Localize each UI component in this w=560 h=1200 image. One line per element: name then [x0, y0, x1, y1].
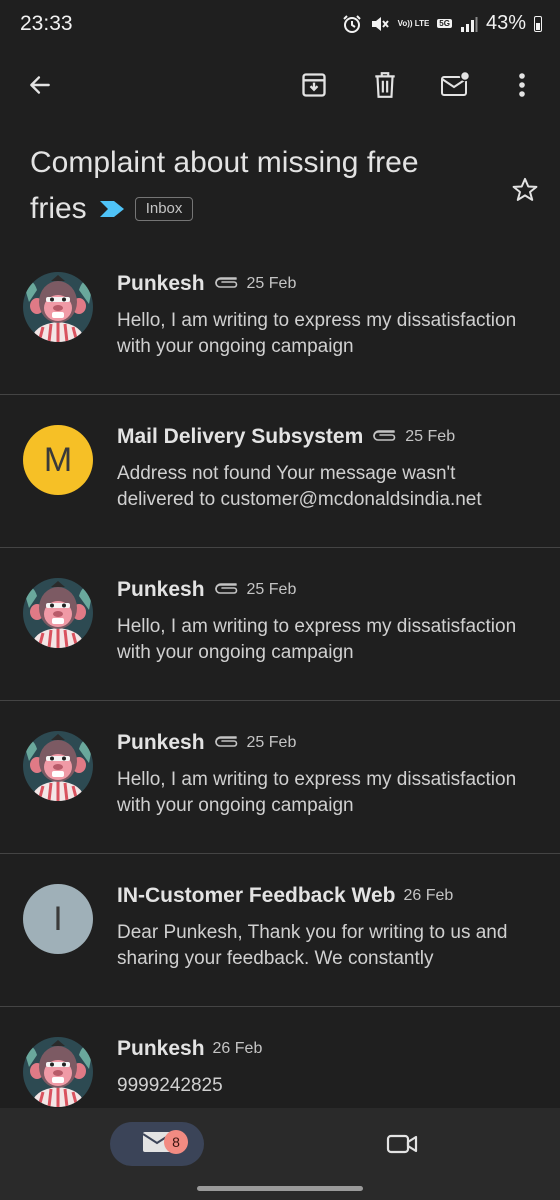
message-date: 26 Feb: [403, 887, 454, 904]
back-arrow-icon[interactable]: [17, 62, 63, 108]
attachment-icon: [213, 734, 239, 753]
subject-line-2-row: fries Inbox: [30, 186, 490, 232]
monkey-avatar[interactable]: [23, 1037, 93, 1107]
monkey-avatar[interactable]: [23, 578, 93, 648]
attachment-icon: [213, 581, 239, 600]
gesture-handle[interactable]: [197, 1186, 363, 1191]
delete-icon[interactable]: [362, 62, 408, 108]
letter-avatar[interactable]: I: [23, 884, 93, 954]
status-bar: 23:33 Vo)) LTE 5G 43%: [0, 0, 560, 50]
network-label: 5G: [439, 19, 450, 28]
message-snippet: Dear Punkesh, Thank you for writing to u…: [117, 922, 508, 969]
attachment-icon: [213, 275, 239, 294]
message-header: Punkesh 26 Feb: [117, 1037, 262, 1061]
message-header: Punkesh 25 Feb: [117, 731, 296, 755]
unread-count-badge: 8: [164, 1130, 188, 1154]
star-icon[interactable]: [505, 170, 545, 210]
letter-avatar[interactable]: M: [23, 425, 93, 495]
signal-icon: [460, 16, 478, 32]
message-header: Punkesh 25 Feb: [117, 272, 296, 296]
message-header: IN-Customer Feedback Web 26 Feb: [117, 884, 453, 908]
sender-name: Mail Delivery Subsystem: [117, 425, 364, 448]
sender-name: IN-Customer Feedback Web: [117, 884, 396, 907]
mute-icon: [370, 14, 390, 34]
message-snippet: Address not found Your message wasn't de…: [117, 463, 482, 510]
message-thread: Punkesh 25 Feb Hello, I am writing to ex…: [0, 242, 560, 1160]
alarm-icon: [342, 14, 362, 34]
monkey-avatar[interactable]: [23, 731, 93, 801]
5g-icon: 5G: [437, 19, 452, 28]
message-header: Punkesh 25 Feb: [117, 578, 296, 602]
toolbar: [0, 50, 560, 122]
status-time: 23:33: [20, 12, 73, 35]
message-item[interactable]: Punkesh 25 Feb Hello, I am writing to ex…: [0, 701, 560, 854]
message-snippet: Hello, I am writing to express my dissat…: [117, 769, 517, 816]
more-vert-icon[interactable]: [499, 62, 545, 108]
avatar-letter: M: [43, 440, 73, 479]
sender-name: Punkesh: [117, 1037, 205, 1060]
message-snippet: 9999242825: [117, 1075, 223, 1096]
subject-line-1: Complaint about missing free: [30, 146, 419, 179]
mark-unread-icon[interactable]: [432, 62, 478, 108]
battery-icon: [534, 15, 542, 32]
attachment-icon: [371, 428, 397, 447]
message-item[interactable]: Punkesh 25 Feb Hello, I am writing to ex…: [0, 242, 560, 395]
message-snippet: Hello, I am writing to express my dissat…: [117, 310, 517, 357]
message-date: 26 Feb: [212, 1040, 263, 1057]
subject-line-2: fries: [30, 192, 87, 225]
avatar-letter: I: [53, 899, 63, 938]
sender-name: Punkesh: [117, 578, 205, 601]
sender-name: Punkesh: [117, 731, 205, 754]
message-date: 25 Feb: [246, 734, 297, 751]
message-item[interactable]: Punkesh 25 Feb Hello, I am writing to ex…: [0, 548, 560, 701]
message-item[interactable]: M Mail Delivery Subsystem 25 Feb Address…: [0, 395, 560, 548]
sender-name: Punkesh: [117, 272, 205, 295]
inbox-label-chip[interactable]: Inbox: [134, 197, 194, 221]
message-header: Mail Delivery Subsystem 25 Feb: [117, 425, 455, 449]
volte-icon: Vo)) LTE: [397, 19, 430, 28]
monkey-avatar[interactable]: [23, 272, 93, 342]
message-item[interactable]: I IN-Customer Feedback Web 26 Feb Dear P…: [0, 854, 560, 1007]
email-subject: Complaint about missing free fries Inbox: [30, 140, 490, 232]
video-call-icon[interactable]: [378, 1122, 426, 1166]
message-date: 25 Feb: [405, 428, 456, 445]
message-date: 25 Feb: [246, 275, 297, 292]
archive-icon[interactable]: [291, 62, 337, 108]
message-date: 25 Feb: [246, 581, 297, 598]
message-snippet: Hello, I am writing to express my dissat…: [117, 616, 517, 663]
mail-tab[interactable]: 8: [110, 1122, 204, 1166]
importance-marker-icon: [99, 186, 125, 232]
status-icons: Vo)) LTE 5G 43%: [342, 12, 542, 35]
battery-percent: 43%: [485, 12, 526, 34]
